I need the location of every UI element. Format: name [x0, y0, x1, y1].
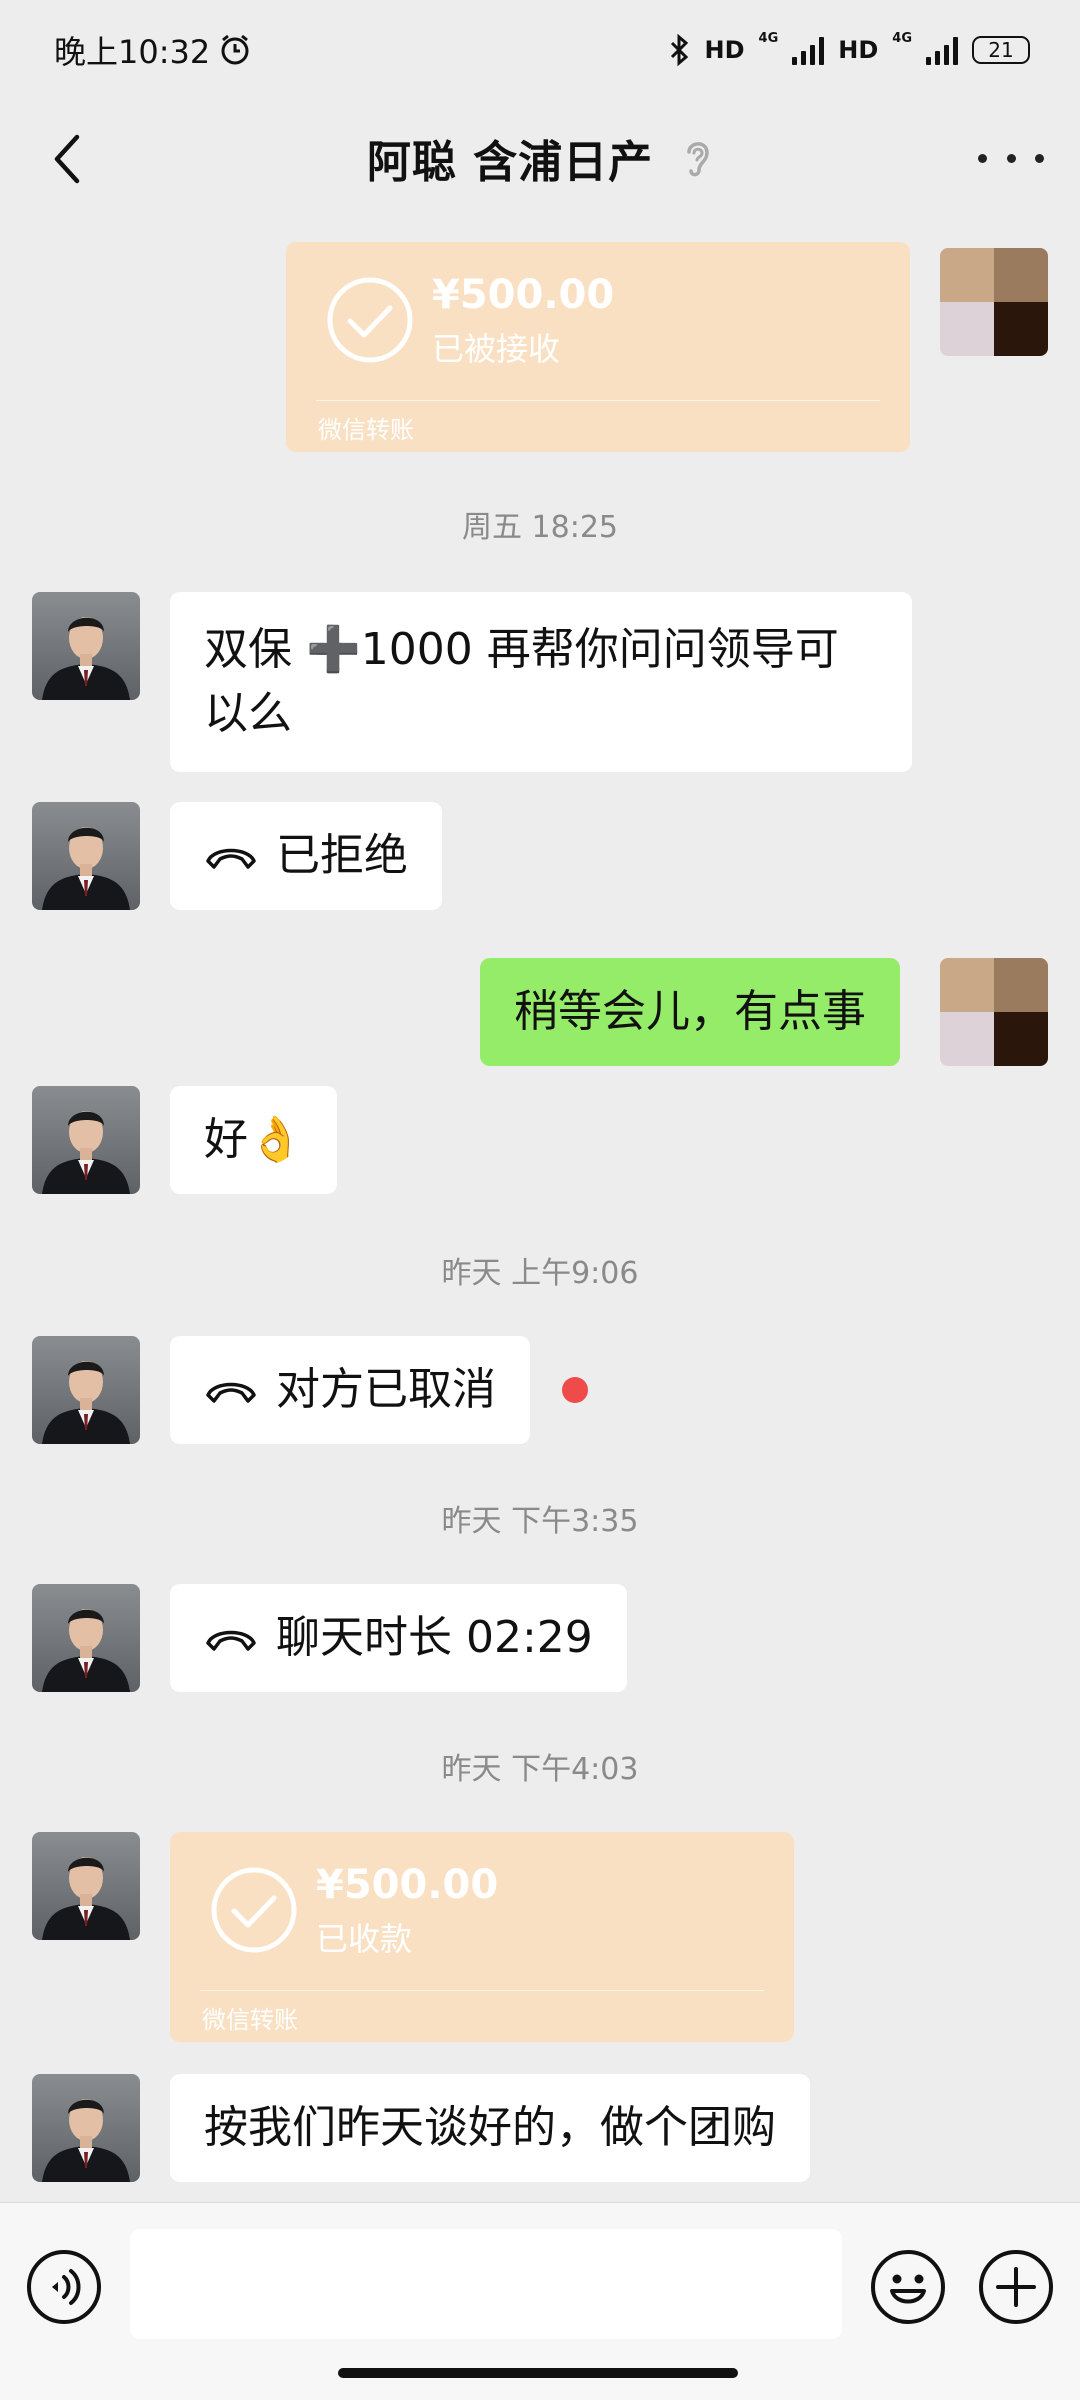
- check-circle-icon: [211, 1867, 297, 1953]
- contact-avatar[interactable]: [32, 1086, 140, 1194]
- signal-icon-1: [792, 35, 825, 65]
- timestamp: 昨天 下午3:35: [441, 1504, 639, 1539]
- contact-avatar[interactable]: [32, 592, 140, 700]
- message-bubble[interactable]: 好👌: [170, 1086, 337, 1194]
- message-bubble[interactable]: 稍等会儿，有点事: [480, 958, 900, 1066]
- phone-hangup-icon: [206, 1630, 256, 1651]
- battery-indicator: 21: [972, 36, 1030, 64]
- nav-bar: 阿聪 含浦日产: [0, 100, 1080, 216]
- contact-avatar[interactable]: [32, 1832, 140, 1940]
- unread-dot: [562, 1377, 588, 1403]
- dot-icon: [978, 153, 987, 163]
- home-indicator[interactable]: [338, 2368, 738, 2378]
- network-label-1: 4G: [758, 30, 779, 46]
- call-duration-text: 聊天时长 02:29: [276, 1612, 593, 1663]
- person-icon: [42, 1857, 130, 1940]
- contact-avatar[interactable]: [32, 1584, 140, 1692]
- timestamp: 昨天 下午4:03: [441, 1752, 639, 1787]
- emoji-icon[interactable]: [870, 2249, 946, 2325]
- contact-avatar[interactable]: [32, 802, 140, 910]
- phone-hangup-icon: [206, 1382, 256, 1403]
- status-bar: 晚上10:32 HD 4G HD 4G 21: [0, 0, 1080, 100]
- more-button[interactable]: [978, 140, 1044, 176]
- status-left: 晚上10:32: [54, 27, 252, 73]
- plus-icon[interactable]: [978, 2249, 1054, 2325]
- call-status-text: 已拒绝: [276, 830, 408, 881]
- contact-avatar[interactable]: [32, 2074, 140, 2182]
- contact-avatar[interactable]: [32, 1336, 140, 1444]
- person-icon: [42, 1609, 130, 1692]
- hd-label-1: HD: [704, 36, 745, 64]
- chat-title: 阿聪 含浦日产: [366, 137, 654, 188]
- transfer-label: 微信转账: [318, 416, 414, 444]
- message-bubble[interactable]: 双保 ➕1000 再帮你问问领导可以么: [170, 592, 912, 772]
- alarm-icon: [221, 34, 249, 65]
- transfer-card-received[interactable]: ¥500.00 已收款 微信转账: [170, 1832, 794, 2042]
- back-button[interactable]: [36, 124, 96, 194]
- call-bubble[interactable]: 对方已取消: [170, 1336, 530, 1444]
- call-status-text: 对方已取消: [276, 1364, 496, 1415]
- message-input[interactable]: [130, 2229, 842, 2339]
- network-label-2: 4G: [892, 30, 912, 46]
- transfer-divider: [200, 1990, 764, 1991]
- message-bubble[interactable]: 按我们昨天谈好的，做个团购: [170, 2074, 810, 2182]
- status-right: HD 4G HD 4G 21: [669, 30, 1030, 67]
- call-bubble[interactable]: 已拒绝: [170, 802, 442, 910]
- transfer-card-sent[interactable]: ¥500.00 已被接收 微信转账: [286, 242, 910, 452]
- transfer-amount: ¥500.00: [432, 272, 615, 318]
- chevron-left-icon: [54, 134, 80, 184]
- bluetooth-icon: [670, 33, 688, 67]
- check-circle-icon: [327, 277, 413, 363]
- call-bubble[interactable]: 聊天时长 02:29: [170, 1584, 627, 1692]
- timestamp: 昨天 上午9:06: [441, 1256, 639, 1291]
- voice-icon[interactable]: [26, 2249, 102, 2325]
- person-icon: [42, 1111, 130, 1194]
- person-icon: [42, 2099, 130, 2182]
- status-time: 晚上10:32: [54, 33, 211, 71]
- person-icon: [42, 1361, 130, 1444]
- dot-icon: [1035, 153, 1044, 163]
- transfer-status: 已被接收: [432, 330, 561, 368]
- person-icon: [42, 617, 130, 700]
- transfer-amount: ¥500.00: [316, 1862, 499, 1908]
- hd-label-2: HD: [838, 36, 879, 64]
- dot-icon: [1006, 153, 1016, 163]
- transfer-divider: [316, 400, 880, 401]
- transfer-label: 微信转账: [202, 2006, 298, 2034]
- person-icon: [42, 827, 130, 910]
- chat-area[interactable]: ¥500.00 已被接收 微信转账 周五 18:25 双保 ➕1000 再帮你问…: [0, 216, 1080, 2202]
- phone-hangup-icon: [206, 848, 256, 869]
- signal-icon-2: [926, 35, 958, 65]
- self-avatar[interactable]: [940, 248, 1048, 356]
- transfer-status: 已收款: [316, 1920, 413, 1958]
- ear-icon: [683, 136, 713, 180]
- timestamp: 周五 18:25: [462, 510, 618, 545]
- self-avatar[interactable]: [940, 958, 1048, 1066]
